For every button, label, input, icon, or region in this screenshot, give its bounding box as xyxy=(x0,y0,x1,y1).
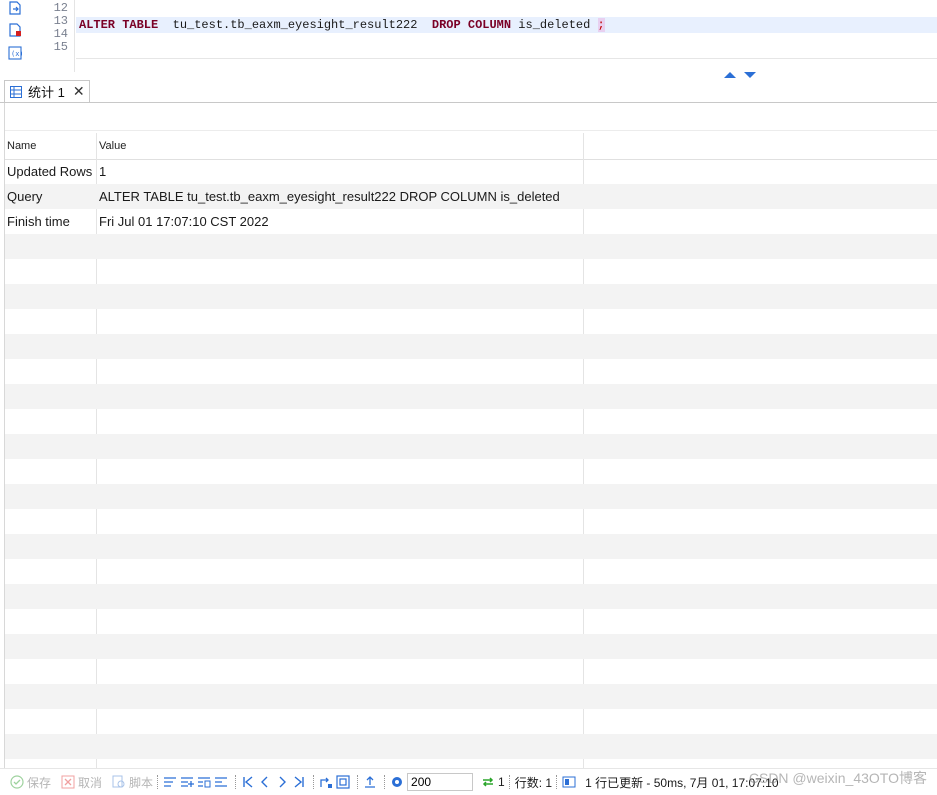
fetch-all-icon[interactable] xyxy=(336,775,350,789)
sql-code-line[interactable]: ALTER TABLE tu_test.tb_eaxm_eyesight_res… xyxy=(76,17,937,33)
last-page-icon[interactable] xyxy=(292,775,306,789)
sql-keyword: ALTER TABLE xyxy=(79,18,159,32)
script-error-icon[interactable] xyxy=(8,23,22,37)
tab-statistics-1[interactable]: 统计 1 ✕ xyxy=(4,80,90,102)
toolbar-separator xyxy=(157,775,159,789)
empty-row xyxy=(5,309,937,334)
empty-row xyxy=(5,409,937,434)
cell-value[interactable]: Fri Jul 01 17:07:10 CST 2022 xyxy=(97,209,269,234)
column-header-name[interactable]: Name xyxy=(5,133,95,159)
empty-row xyxy=(5,609,937,634)
export-icon[interactable] xyxy=(363,775,377,789)
empty-row xyxy=(5,359,937,384)
script-label: 脚本 xyxy=(129,775,154,790)
empty-row xyxy=(5,459,937,484)
first-page-icon[interactable] xyxy=(241,775,255,789)
empty-row xyxy=(5,584,937,609)
row-count: 行数: 1 xyxy=(514,775,553,790)
empty-row xyxy=(5,534,937,559)
fetch-next-icon[interactable] xyxy=(319,775,333,789)
execute-script-icon[interactable] xyxy=(8,1,22,15)
empty-row xyxy=(5,434,937,459)
empty-row xyxy=(5,384,937,409)
toolbar-separator xyxy=(235,775,237,789)
empty-row xyxy=(5,684,937,709)
script-button[interactable]: 脚本 xyxy=(112,774,153,791)
empty-row xyxy=(5,234,937,259)
add-row-icon[interactable] xyxy=(180,775,195,789)
panel-toggle-icon[interactable] xyxy=(562,775,576,789)
toolbar-separator xyxy=(313,775,315,789)
empty-row xyxy=(5,284,937,309)
table-row[interactable]: Query ALTER TABLE tu_test.tb_eaxm_eyesig… xyxy=(5,184,937,209)
watermark: CSDN @weixin_43OTO博客 xyxy=(748,770,927,786)
sql-keyword: DROP COLUMN xyxy=(431,18,512,32)
script-search-icon xyxy=(112,775,125,788)
tab-label: 统计 1 xyxy=(28,85,65,100)
cancel-x-icon xyxy=(61,775,75,789)
toolbar-separator xyxy=(357,775,359,789)
close-icon[interactable]: ✕ xyxy=(73,83,85,100)
sql-column-name: is_deleted xyxy=(511,18,598,32)
panel-splitter[interactable] xyxy=(0,72,937,80)
editor-divider xyxy=(76,58,937,59)
refresh-count: 1 xyxy=(498,775,505,789)
page-size-input[interactable] xyxy=(407,773,474,791)
refresh-icon[interactable] xyxy=(481,775,495,789)
edit-row-icon[interactable] xyxy=(163,775,177,789)
results-tab-bar: 统计 1 ✕ xyxy=(0,80,937,103)
empty-row xyxy=(5,734,937,759)
copy-row-icon[interactable] xyxy=(197,775,211,789)
empty-row xyxy=(5,334,937,359)
empty-row xyxy=(5,259,937,284)
sql-editor[interactable]: (x) 12 13 14 15 ALTER TABLE tu_test.tb_e… xyxy=(0,0,937,72)
cell-value[interactable]: 1 xyxy=(97,159,106,184)
toolbar-separator xyxy=(508,775,511,789)
grid-table-icon xyxy=(10,85,22,98)
empty-row xyxy=(5,659,937,684)
table-row[interactable]: Updated Rows 1 xyxy=(5,159,937,184)
grid-rows: Updated Rows 1 Query ALTER TABLE tu_test… xyxy=(5,159,937,759)
maximize-up-arrow-icon[interactable] xyxy=(724,72,736,78)
empty-row xyxy=(5,634,937,659)
grid-header: Name Value xyxy=(5,133,937,160)
result-grid: Name Value Updated Rows 1 Query ALTER TA… xyxy=(4,103,937,768)
empty-row xyxy=(5,509,937,534)
svg-text:(x): (x) xyxy=(11,50,22,58)
cancel-label: 取消 xyxy=(78,775,103,790)
check-circle-icon xyxy=(10,775,24,789)
gutter-divider xyxy=(74,0,75,72)
cell-value[interactable]: ALTER TABLE tu_test.tb_eaxm_eyesight_res… xyxy=(97,184,560,209)
variables-icon[interactable]: (x) xyxy=(8,46,22,60)
cell-name[interactable]: Finish time xyxy=(5,209,70,234)
line-number: 15 xyxy=(53,40,68,54)
toolbar-separator xyxy=(556,775,558,789)
next-page-icon[interactable] xyxy=(275,775,289,789)
toolbar-separator xyxy=(384,775,386,789)
previous-page-icon[interactable] xyxy=(258,775,272,789)
delete-row-icon[interactable] xyxy=(214,775,228,789)
line-numbers: 12 13 14 15 xyxy=(38,0,68,54)
cancel-button[interactable]: 取消 xyxy=(61,774,102,791)
column-header-value[interactable]: Value xyxy=(97,133,579,159)
grid-filter-area xyxy=(5,103,937,131)
empty-row xyxy=(5,484,937,509)
cell-name[interactable]: Updated Rows xyxy=(5,159,92,184)
sql-table-name: tu_test.tb_eaxm_eyesight_result222 xyxy=(158,18,432,32)
empty-row xyxy=(5,559,937,584)
editor-gutter-icons: (x) xyxy=(0,0,30,72)
save-button[interactable]: 保存 xyxy=(10,774,51,791)
restore-down-arrow-icon[interactable] xyxy=(744,72,756,78)
sql-semicolon: ; xyxy=(597,18,605,32)
table-row[interactable]: Finish time Fri Jul 01 17:07:10 CST 2022 xyxy=(5,209,937,234)
empty-row xyxy=(5,709,937,734)
settings-gear-icon[interactable] xyxy=(390,775,404,789)
save-label: 保存 xyxy=(27,775,52,790)
cell-name[interactable]: Query xyxy=(5,184,42,209)
